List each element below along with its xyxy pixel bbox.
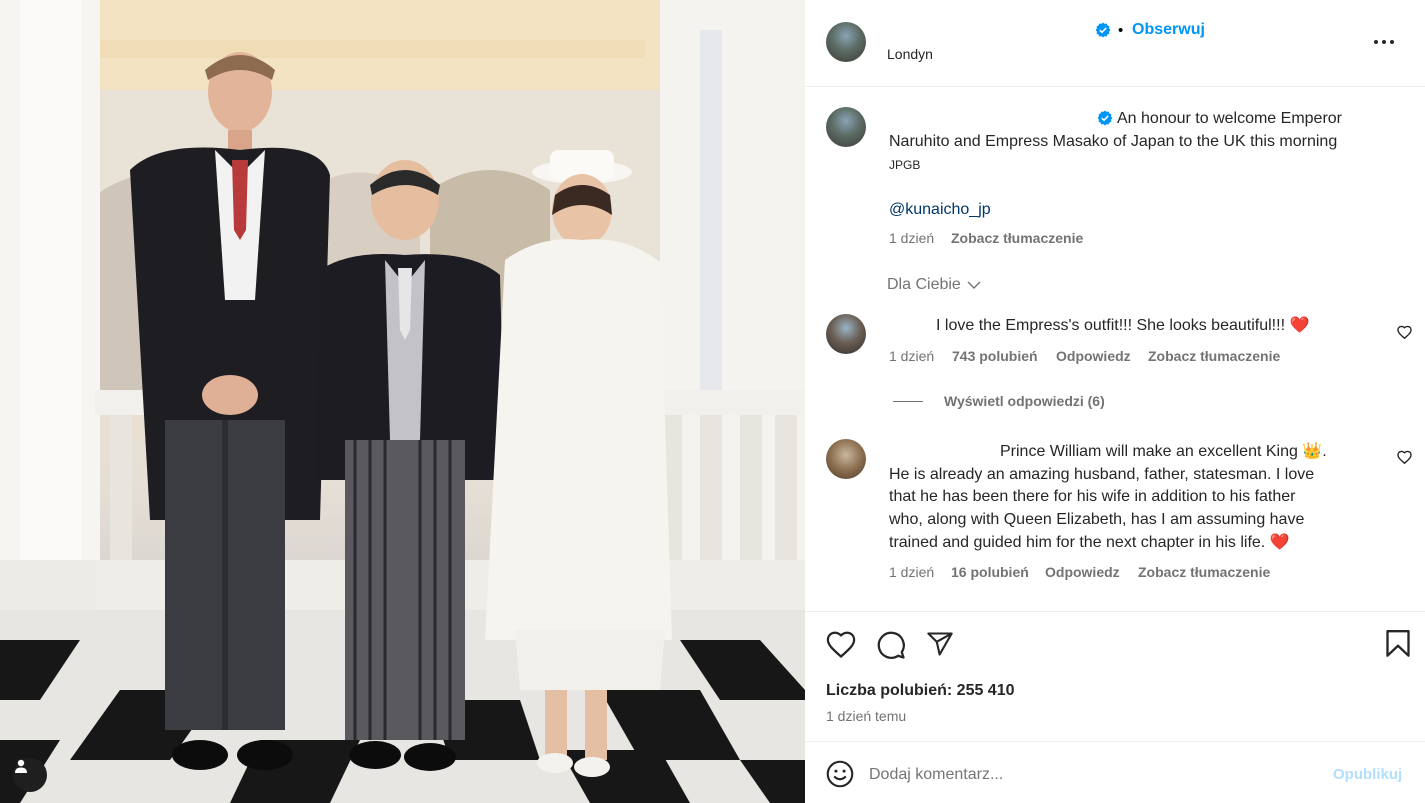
likes-count[interactable]: Liczba polubień: 255 410 — [826, 682, 1015, 700]
comment-like-button[interactable] — [1397, 325, 1412, 344]
comment-likes[interactable]: 16 polubień — [951, 564, 1029, 580]
comment-text-line5: trained and guided him for the next chap… — [889, 534, 1290, 551]
post-time[interactable]: 1 dzień temu — [826, 708, 906, 724]
comment-icon — [877, 631, 905, 659]
replies-line — [893, 401, 923, 402]
save-button[interactable] — [1385, 630, 1411, 663]
comment-time[interactable]: 1 dzień — [889, 348, 934, 364]
comment-box-divider — [805, 741, 1425, 742]
chevron-down-icon — [967, 281, 981, 289]
heart-icon — [1397, 325, 1412, 340]
heart-icon — [826, 631, 856, 658]
comment-reply-button[interactable]: Odpowiedz — [1056, 348, 1131, 364]
location-link[interactable]: Londyn — [887, 46, 933, 62]
more-options-button[interactable] — [1373, 31, 1395, 58]
comment-sort-label: Dla Ciebie — [887, 276, 961, 293]
comment-time[interactable]: 1 dzień — [889, 564, 934, 580]
comment-avatar[interactable] — [826, 314, 866, 354]
comment-translate-link[interactable]: Zobacz tłumaczenie — [1138, 564, 1270, 580]
separator-dot: • — [1118, 22, 1124, 39]
comment-text-line1: Prince William will make an excellent Ki… — [1000, 443, 1327, 460]
caption-text-line2: Naruhito and Empress Masako of Japan to … — [889, 133, 1338, 150]
comment-text-line3: that he has been there for his wife in a… — [889, 488, 1296, 505]
comment-sort-dropdown[interactable]: Dla Ciebie — [887, 276, 981, 294]
caption-avatar[interactable] — [826, 107, 866, 147]
comment-text-line4: who, along with Queen Elizabeth, has I a… — [889, 511, 1305, 528]
heart-icon — [1397, 450, 1412, 465]
actions-divider — [805, 611, 1425, 612]
comment-like-button[interactable] — [1397, 450, 1412, 469]
post-sidebar: • Obserwuj Londyn An honour to welcome E… — [805, 0, 1425, 803]
like-button[interactable] — [826, 630, 856, 663]
share-button[interactable] — [926, 630, 954, 663]
header-divider — [805, 86, 1425, 87]
caption-credit: JPGB — [889, 158, 921, 172]
caption-time[interactable]: 1 dzień — [889, 230, 934, 246]
mention-link[interactable]: @kunaicho_jp — [889, 198, 991, 221]
bookmark-icon — [1386, 630, 1410, 657]
emoji-button[interactable] — [826, 760, 854, 793]
caption-text-line1: An honour to welcome Emperor — [1117, 110, 1342, 127]
view-replies-button[interactable]: Wyświetl odpowiedzi (6) — [944, 393, 1105, 409]
verified-icon — [1095, 22, 1111, 43]
comment-text: I love the Empress's outfit!!! She looks… — [936, 317, 1310, 334]
caption-verified-icon — [1097, 110, 1113, 131]
comment-reply-button[interactable]: Odpowiedz — [1045, 564, 1120, 580]
comment-likes[interactable]: 743 polubień — [952, 348, 1038, 364]
comment-text-line2: He is already an amazing husband, father… — [889, 466, 1315, 483]
user-tag-icon — [15, 759, 27, 773]
post-comment-button[interactable]: Opublikuj — [1333, 766, 1402, 783]
author-avatar[interactable] — [826, 22, 866, 62]
post-image — [0, 0, 805, 803]
follow-button[interactable]: Obserwuj — [1132, 21, 1205, 39]
comment-button[interactable] — [876, 630, 906, 665]
share-icon — [927, 632, 953, 656]
user-tag-button[interactable] — [13, 758, 47, 792]
caption-translate-link[interactable]: Zobacz tłumaczenie — [951, 230, 1083, 246]
comment-input[interactable] — [867, 762, 1311, 788]
emoji-icon — [826, 760, 854, 788]
post-photo[interactable] — [0, 0, 805, 803]
comment-avatar[interactable] — [826, 439, 866, 479]
comment-translate-link[interactable]: Zobacz tłumaczenie — [1148, 348, 1280, 364]
more-icon — [1374, 40, 1394, 44]
